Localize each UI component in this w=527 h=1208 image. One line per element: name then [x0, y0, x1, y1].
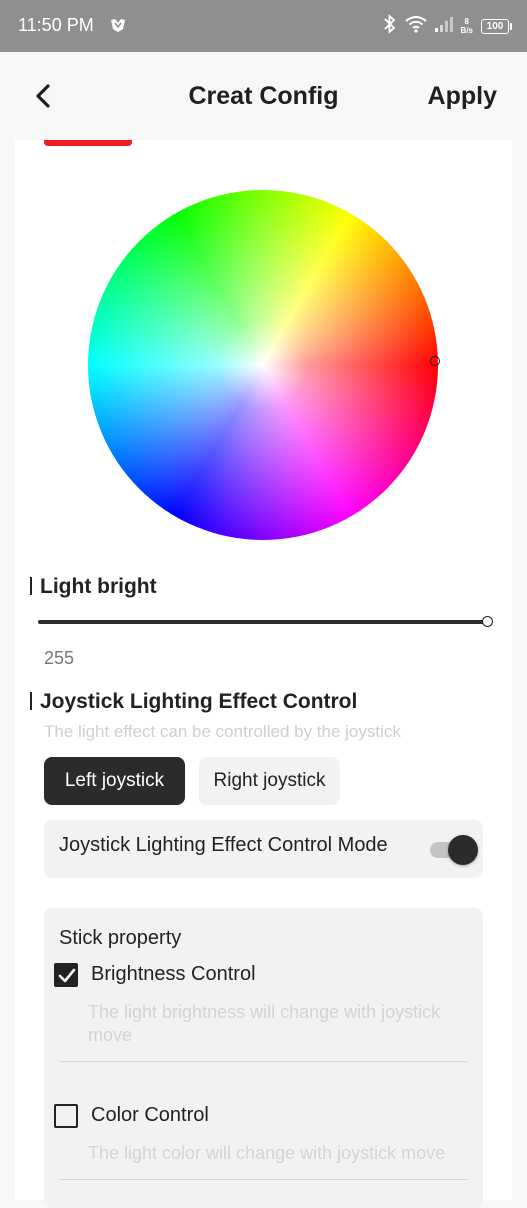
color-control-label: Color Control	[91, 1104, 209, 1126]
tab-right-joystick[interactable]: Right joystick	[199, 757, 340, 805]
joystick-section-title: Joystick Lighting Effect Control	[30, 690, 357, 714]
color-wheel-handle[interactable]	[430, 356, 440, 366]
section-marker	[30, 577, 32, 595]
control-mode-toggle[interactable]	[430, 835, 478, 865]
selected-color-swatch	[44, 140, 132, 146]
header: Creat Config Apply	[0, 52, 527, 140]
net-speed: 8 B/s	[461, 17, 473, 35]
divider	[59, 1179, 467, 1180]
stick-property-panel: Stick property Brightness Control The li…	[44, 908, 483, 1208]
brightness-value: 255	[44, 648, 75, 668]
brightness-slider[interactable]	[38, 620, 488, 624]
brightness-control-checkbox[interactable]	[54, 963, 78, 987]
config-card: Light bright 255 Joystick Lighting Effec…	[15, 140, 512, 1208]
light-bright-label: Light bright	[40, 575, 157, 598]
checkmark-icon	[58, 968, 76, 983]
app-icon	[110, 17, 126, 33]
status-bar: 11:50 PM 8 B/s 100	[0, 0, 527, 52]
net-speed-value: 8	[464, 17, 469, 26]
light-bright-title: Light bright	[30, 575, 157, 599]
color-control-checkbox[interactable]	[54, 1104, 78, 1128]
signal-icon	[434, 16, 453, 37]
divider	[59, 1061, 467, 1062]
joystick-section-subtitle: The light effect can be controlled by th…	[44, 722, 401, 741]
option-color-control: Color Control The light color will chang…	[54, 1104, 474, 1204]
brightness-control-label: Brightness Control	[91, 963, 256, 985]
color-wheel[interactable]	[88, 190, 438, 540]
toggle-knob	[448, 835, 478, 865]
brightness-slider-thumb[interactable]	[482, 616, 493, 627]
control-mode-row: Joystick Lighting Effect Control Mode	[44, 820, 483, 878]
bluetooth-icon	[383, 13, 397, 39]
battery-icon: 100	[481, 18, 512, 34]
tab-left-joystick[interactable]: Left joystick	[44, 757, 185, 805]
control-mode-label: Joystick Lighting Effect Control Mode	[59, 834, 388, 856]
wifi-icon	[404, 15, 427, 38]
status-time: 11:50 PM	[18, 15, 94, 35]
brightness-control-description: The light brightness will change with jo…	[88, 1002, 441, 1045]
apply-button[interactable]: Apply	[428, 82, 497, 111]
section-marker	[30, 692, 32, 710]
option-brightness-control: Brightness Control The light brightness …	[54, 963, 474, 1088]
joystick-section-label: Joystick Lighting Effect Control	[40, 690, 358, 713]
color-control-description: The light color will change with joystic…	[88, 1143, 446, 1163]
stick-property-title: Stick property	[59, 927, 182, 949]
status-icons: 8 B/s 100	[383, 13, 512, 39]
net-speed-unit: B/s	[460, 26, 473, 35]
